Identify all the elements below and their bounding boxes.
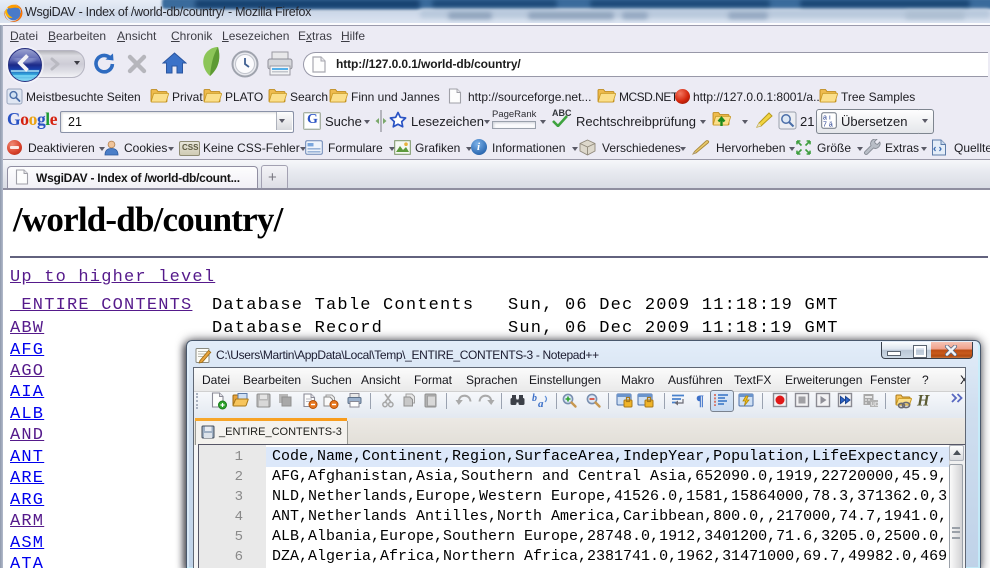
svg-text:b: b bbox=[532, 393, 537, 404]
svg-text:¶: ¶ bbox=[696, 393, 704, 409]
svg-text:UC: UC bbox=[871, 402, 879, 408]
svg-text:a: a bbox=[538, 398, 544, 410]
svg-text:a ı: a ı bbox=[823, 115, 831, 122]
svg-text:H: H bbox=[916, 393, 930, 410]
svg-text:7 ä: 7 ä bbox=[823, 122, 833, 129]
